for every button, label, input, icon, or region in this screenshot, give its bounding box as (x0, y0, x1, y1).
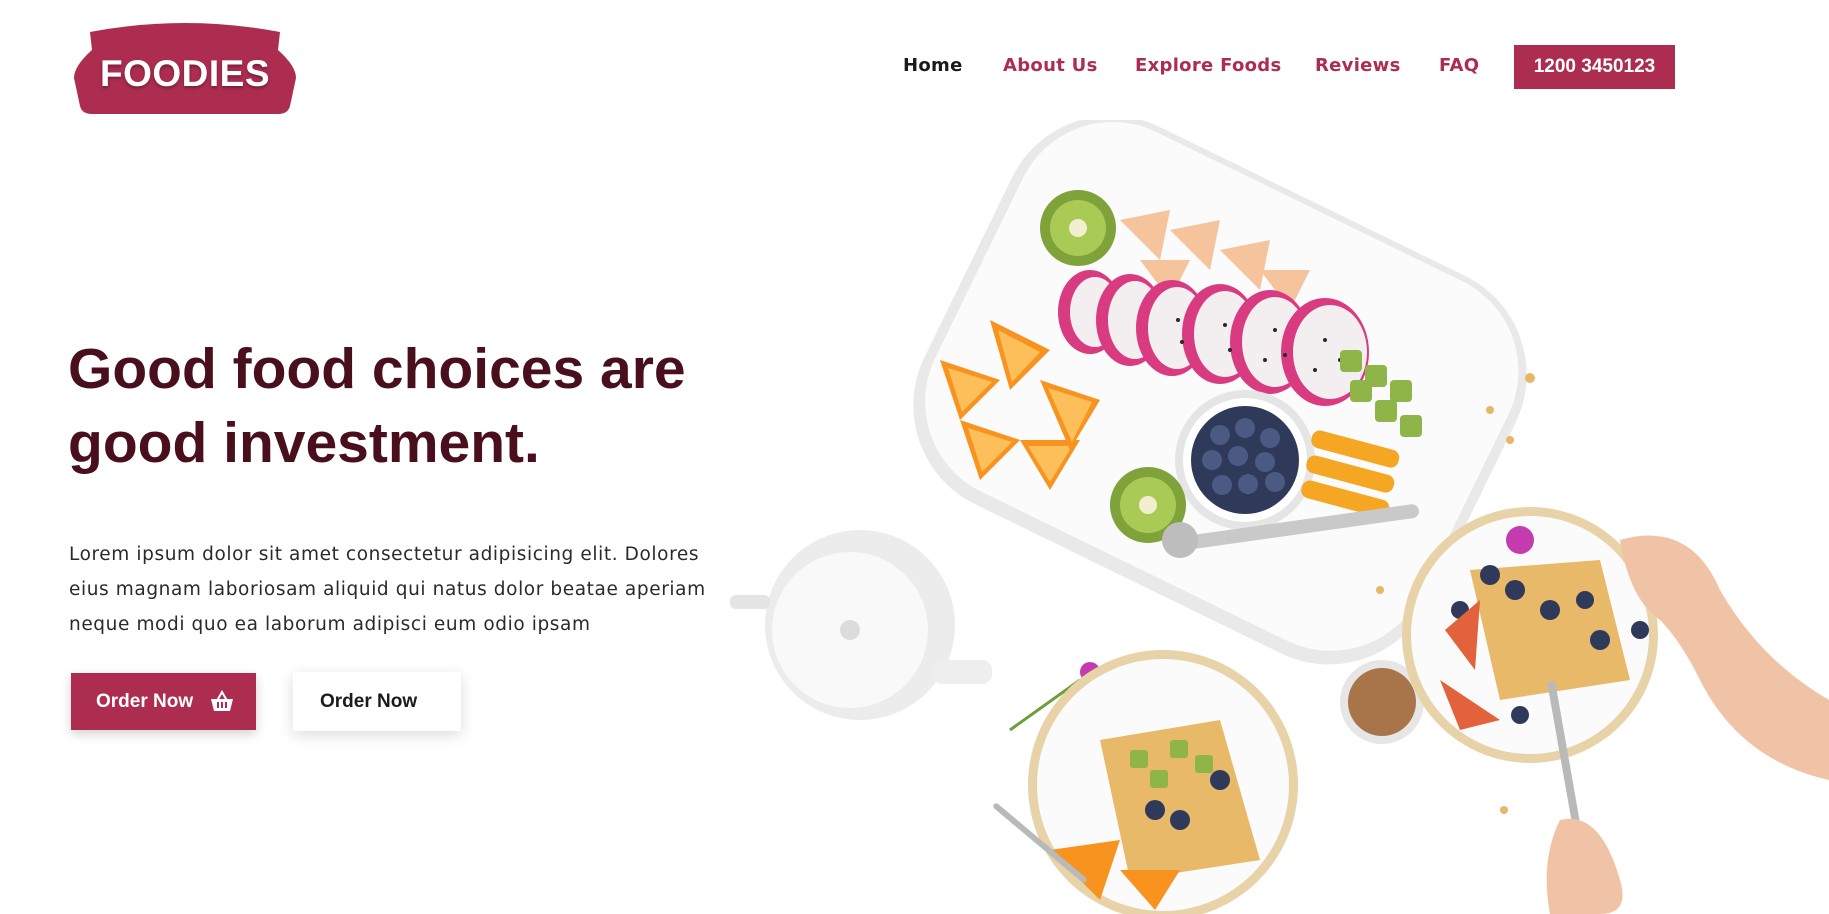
nav-about-us[interactable]: About Us (1003, 55, 1098, 76)
basket-icon (211, 690, 233, 711)
nav-home[interactable]: Home (903, 55, 963, 76)
order-now-button-secondary[interactable]: Order Now (293, 672, 461, 731)
hero-title-line: good investment. (68, 411, 540, 475)
order-now-label: Order Now (320, 690, 418, 712)
food-platter-illustration (730, 120, 1829, 914)
hero-description-line: neque modi quo ea laborum adipisci eum o… (69, 614, 591, 635)
hero-title-line: Good food choices are (68, 337, 686, 401)
phone-button[interactable]: 1200 3450123 (1514, 45, 1675, 89)
nav-reviews[interactable]: Reviews (1315, 55, 1401, 76)
hero-description-line: Lorem ipsum dolor sit amet consectetur a… (69, 544, 700, 565)
nav-faq[interactable]: FAQ (1439, 55, 1479, 76)
order-now-label: Order Now (96, 690, 194, 712)
main-nav: Home About Us Explore Foods Reviews FAQ … (0, 45, 1829, 89)
order-now-button-primary[interactable]: Order Now (71, 673, 256, 730)
hero-description: Lorem ipsum dolor sit amet consectetur a… (69, 537, 749, 642)
hero-title: Good food choices are good investment. (68, 332, 788, 480)
hero-description-line: eius magnam laboriosam aliquid qui natus… (69, 579, 706, 600)
hero-food-image (700, 120, 1829, 914)
nav-explore-foods[interactable]: Explore Foods (1135, 55, 1281, 76)
